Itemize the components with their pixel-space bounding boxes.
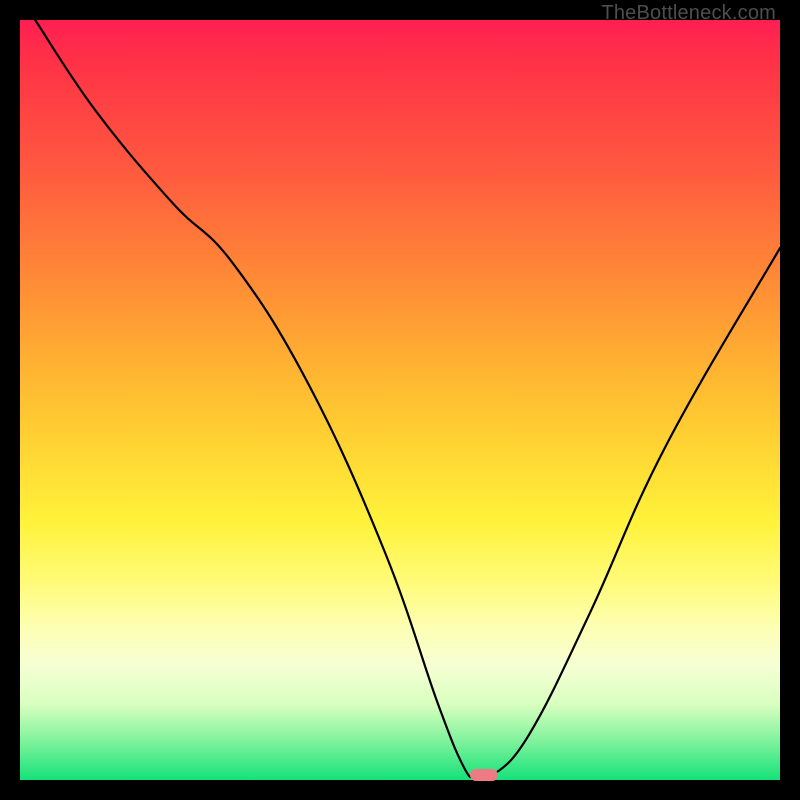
bottleneck-curve	[35, 20, 780, 780]
plot-area	[20, 20, 780, 780]
bottleneck-curve-svg	[20, 20, 780, 780]
chart-frame: TheBottleneck.com	[0, 0, 800, 800]
optimal-marker	[470, 769, 498, 781]
